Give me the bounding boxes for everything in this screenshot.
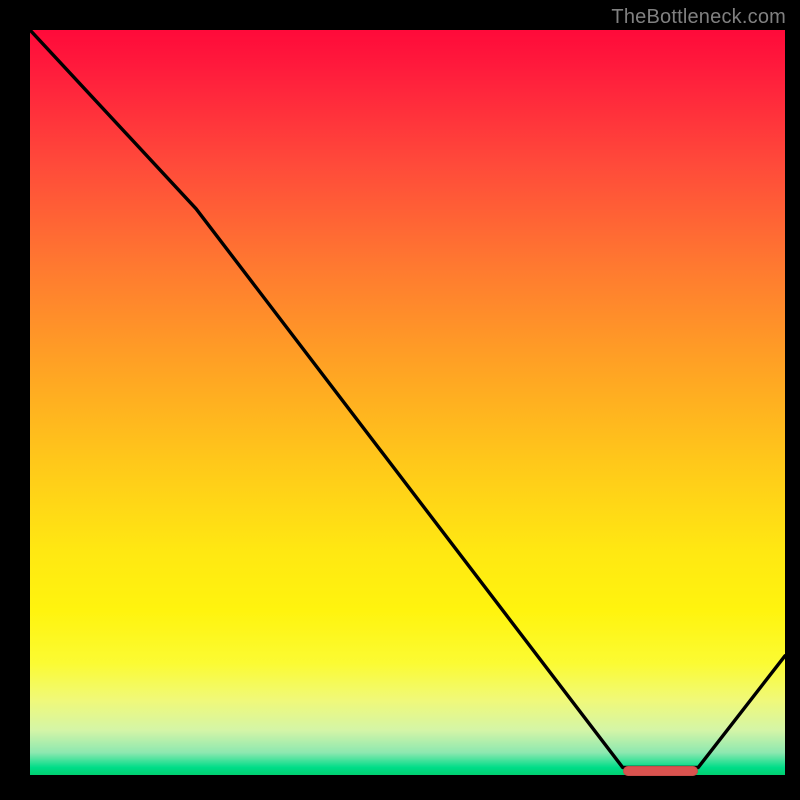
optimal-band-marker — [623, 766, 699, 776]
curve — [30, 30, 785, 768]
plot-area — [30, 30, 785, 775]
watermark-text: TheBottleneck.com — [611, 6, 786, 29]
line-layer — [30, 30, 785, 775]
chart-container: TheBottleneck.com — [0, 0, 800, 800]
